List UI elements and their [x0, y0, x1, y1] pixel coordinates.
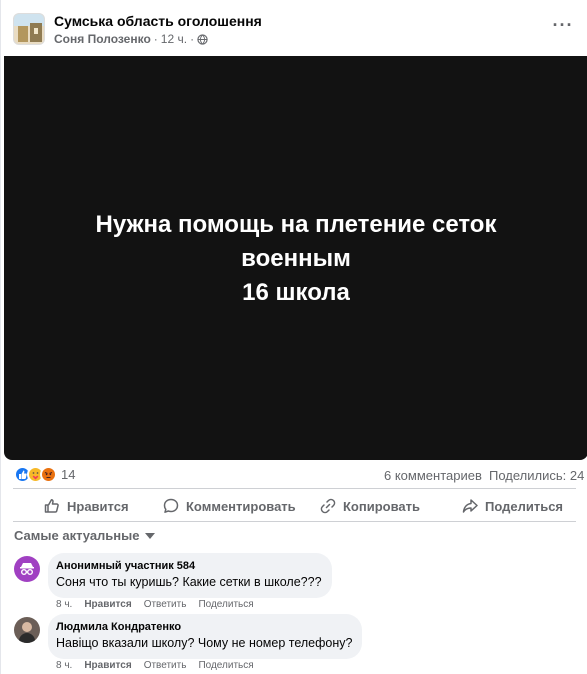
image-text-line-1: Нужна помощь на плетение сеток	[95, 211, 497, 238]
image-text-line-2: военным	[241, 245, 351, 272]
share-arrow-icon	[462, 499, 478, 513]
comments-count-link[interactable]: 6 комментариев	[384, 468, 482, 483]
post-header: Сумська область оголошення Соня Полозенк…	[1, 0, 587, 56]
stats-divider	[13, 488, 576, 489]
comment-bubble: Анонимный участник 584 Соня что ты куриш…	[48, 553, 332, 598]
caret-down-icon	[144, 532, 155, 539]
post-time-link[interactable]: 12 ч.	[161, 32, 187, 46]
comment-reply-button[interactable]: Ответить	[144, 599, 187, 610]
shares-count-link[interactable]: Поделились: 24	[489, 468, 584, 483]
post-card: Сумська область оголошення Соня Полозенк…	[0, 0, 587, 674]
post-meta: Соня Полозенко · 12 ч. ·	[54, 32, 208, 46]
link-icon	[320, 498, 336, 514]
avatar[interactable]	[14, 617, 40, 643]
comment-share-button[interactable]: Поделиться	[198, 660, 253, 671]
comment-like-button[interactable]: Нравится	[84, 599, 131, 610]
comment-author[interactable]: Людмила Кондратенко	[56, 620, 352, 635]
globe-icon[interactable]	[197, 33, 208, 45]
comment-reply-button[interactable]: Ответить	[144, 660, 187, 671]
group-avatar[interactable]	[13, 13, 45, 45]
more-dots-icon[interactable]: ···	[549, 16, 577, 40]
comment-button[interactable]: Комментировать	[162, 494, 296, 518]
comment-button-label: Комментировать	[186, 498, 296, 514]
comment-time[interactable]: 8 ч.	[56, 660, 72, 671]
meta-separator: ·	[153, 32, 158, 46]
share-button-label: Поделиться	[485, 498, 564, 514]
actions-divider	[13, 521, 576, 522]
copy-button[interactable]: Копировать	[319, 494, 420, 518]
anonymous-avatar-icon[interactable]	[14, 556, 40, 582]
comment-sort-label: Самые актуальные	[14, 528, 140, 543]
reactions-summary[interactable]: 14	[14, 466, 75, 483]
comment-actions: 8 ч. Нравится Ответить Поделиться	[56, 660, 254, 671]
reaction-count: 14	[61, 467, 76, 482]
comment-actions: 8 ч. Нравится Ответить Поделиться	[56, 599, 254, 610]
comment-author[interactable]: Анонимный участник 584	[56, 559, 322, 574]
copy-button-label: Копировать	[343, 498, 421, 514]
comment-icon	[163, 498, 179, 513]
comment-sort-dropdown[interactable]: Самые актуальные	[14, 528, 155, 543]
post-actions-bar: Нравится Комментировать Копировать Подел…	[1, 491, 587, 521]
post-stats: 14 6 комментариев Поделились: 24	[1, 462, 587, 488]
comment-share-button[interactable]: Поделиться	[198, 599, 253, 610]
post-image-text: Нужна помощь на плетение сеток военным 1…	[4, 208, 587, 310]
group-name-link[interactable]: Сумська область оголошення	[54, 13, 262, 29]
post-image[interactable]: Нужна помощь на плетение сеток военным 1…	[4, 56, 587, 460]
comment-time[interactable]: 8 ч.	[56, 599, 72, 610]
thumbs-up-icon	[44, 499, 59, 513]
comment-text: Соня что ты куришь? Какие сетки в школе?…	[56, 575, 322, 589]
meta-separator-2: ·	[190, 32, 195, 46]
angry-reaction-icon	[40, 466, 57, 483]
like-button[interactable]: Нравится	[43, 494, 129, 518]
image-text-line-3: 16 школа	[242, 279, 350, 306]
comment-bubble: Людмила Кондратенко Навіщо вказали школу…	[48, 614, 363, 659]
comment-text: Навіщо вказали школу? Чому не номер теле…	[56, 636, 353, 650]
like-button-label: Нравится	[67, 498, 129, 514]
comment-like-button[interactable]: Нравится	[84, 660, 131, 671]
share-button[interactable]: Поделиться	[461, 494, 563, 518]
author-link[interactable]: Соня Полозенко	[54, 32, 151, 46]
